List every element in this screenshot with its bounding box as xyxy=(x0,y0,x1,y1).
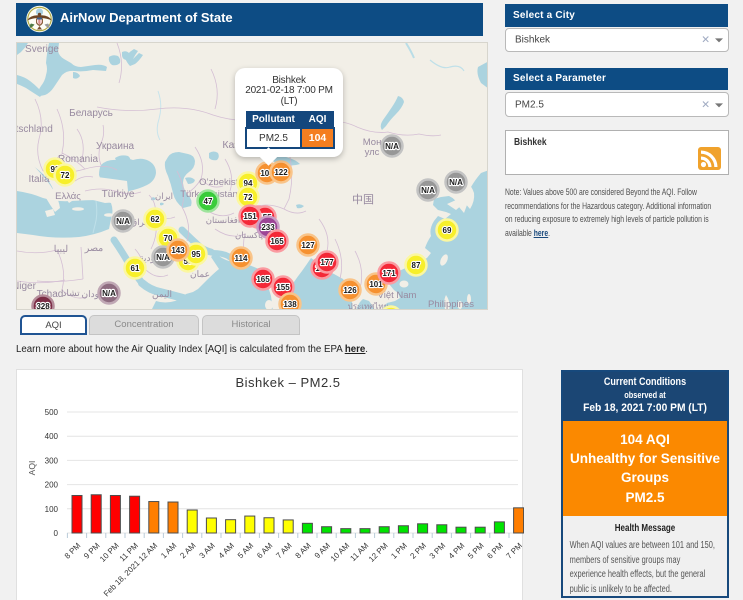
svg-text:اليمن: اليمن xyxy=(152,289,172,300)
svg-text:Bishkek – PM2.5: Bishkek – PM2.5 xyxy=(235,375,340,390)
svg-text:0: 0 xyxy=(54,529,59,538)
svg-text:500: 500 xyxy=(45,408,59,417)
svg-text:Беларусь: Беларусь xyxy=(69,108,113,119)
svg-text:400: 400 xyxy=(45,432,59,441)
svg-text:12 PM: 12 PM xyxy=(367,541,390,564)
svg-text:中国: 中国 xyxy=(352,193,374,206)
svg-text:6 AM: 6 AM xyxy=(255,541,274,560)
svg-text:47: 47 xyxy=(204,197,213,206)
svg-text:126: 126 xyxy=(343,286,357,295)
svg-text:2 PM: 2 PM xyxy=(408,541,428,561)
svg-text:5 AM: 5 AM xyxy=(236,541,255,560)
svg-text:Ελλάς: Ελλάς xyxy=(55,191,81,202)
svg-text:ليبيا: ليبيا xyxy=(54,244,68,255)
svg-text:165: 165 xyxy=(256,275,270,284)
svg-text:Украина: Украина xyxy=(96,141,135,152)
svg-text:5 PM: 5 PM xyxy=(466,541,486,561)
svg-text:6 PM: 6 PM xyxy=(485,541,505,561)
svg-text:10 PM: 10 PM xyxy=(98,541,121,564)
svg-text:N/A: N/A xyxy=(385,142,399,151)
svg-text:مصر: مصر xyxy=(84,243,104,254)
svg-text:72: 72 xyxy=(61,171,70,180)
svg-text:7 PM: 7 PM xyxy=(504,541,524,561)
svg-text:4 PM: 4 PM xyxy=(447,541,467,561)
svg-text:100: 100 xyxy=(45,505,59,514)
svg-text:ایران: ایران xyxy=(155,191,173,202)
svg-text:3 AM: 3 AM xyxy=(198,541,217,560)
svg-text:95: 95 xyxy=(192,250,201,259)
svg-text:7 AM: 7 AM xyxy=(274,541,293,560)
svg-text:3 PM: 3 PM xyxy=(428,541,448,561)
svg-text:151: 151 xyxy=(243,212,257,221)
svg-text:122: 122 xyxy=(274,168,288,177)
svg-text:ประเทศไทย: ประเทศไทย xyxy=(348,302,389,310)
svg-text:Deutschland: Deutschland xyxy=(17,124,53,135)
svg-text:300: 300 xyxy=(45,456,59,465)
svg-text:69: 69 xyxy=(443,226,452,235)
svg-text:1 AM: 1 AM xyxy=(159,541,178,560)
svg-text:Sverige: Sverige xyxy=(25,44,59,55)
svg-text:87: 87 xyxy=(412,261,421,270)
svg-text:10 AM: 10 AM xyxy=(329,541,352,564)
svg-text:8 AM: 8 AM xyxy=(294,541,313,560)
svg-text:Türkiye: Türkiye xyxy=(102,189,135,200)
svg-text:138: 138 xyxy=(283,300,297,309)
svg-text:127: 127 xyxy=(301,241,315,250)
svg-text:N/A: N/A xyxy=(102,289,116,298)
svg-text:114: 114 xyxy=(235,254,248,263)
svg-text:143: 143 xyxy=(171,246,185,255)
svg-text:11 AM: 11 AM xyxy=(348,541,370,563)
svg-text:2 AM: 2 AM xyxy=(178,541,197,560)
svg-text:AQI: AQI xyxy=(27,461,37,476)
svg-text:افغانستان: افغانستان xyxy=(206,215,240,225)
svg-text:328: 328 xyxy=(36,302,50,310)
svg-text:171: 171 xyxy=(382,269,396,278)
svg-text:1 PM: 1 PM xyxy=(389,541,409,561)
svg-text:4 AM: 4 AM xyxy=(217,541,236,560)
svg-text:165: 165 xyxy=(270,237,284,246)
svg-text:تشاد: تشاد xyxy=(62,288,80,298)
svg-text:155: 155 xyxy=(276,283,290,292)
svg-text:200: 200 xyxy=(45,481,59,490)
svg-text:72: 72 xyxy=(244,193,253,202)
svg-text:N/A: N/A xyxy=(449,178,463,187)
svg-text:62: 62 xyxy=(151,215,160,224)
svg-text:177: 177 xyxy=(320,258,334,267)
svg-text:N/A: N/A xyxy=(116,217,130,226)
svg-text:N/A: N/A xyxy=(421,186,435,195)
svg-text:Philippines: Philippines xyxy=(428,299,474,310)
svg-text:Niger: Niger xyxy=(17,281,37,292)
svg-text:61: 61 xyxy=(131,264,140,273)
svg-text:улс: улс xyxy=(365,147,380,158)
svg-text:8 PM: 8 PM xyxy=(63,541,83,561)
